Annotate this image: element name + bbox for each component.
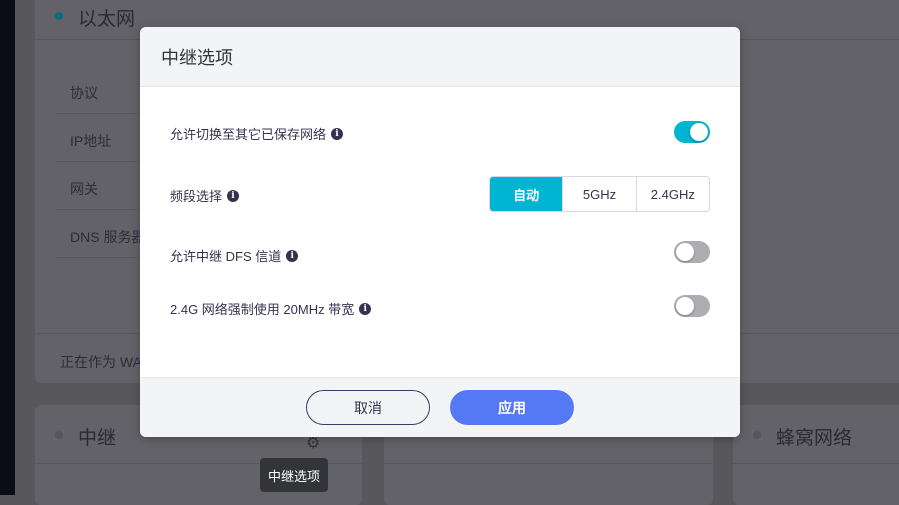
card-title: 中继 bbox=[78, 428, 117, 449]
apply-button[interactable]: 应用 bbox=[450, 390, 574, 425]
option-band: 频段选择 i bbox=[170, 186, 240, 205]
toggle-20mhz[interactable] bbox=[674, 295, 710, 317]
option-dfs: 允许中继 DFS 信道 i bbox=[170, 246, 299, 265]
card-title: 以太网 bbox=[78, 9, 136, 30]
card-title: 蜂窝网络 bbox=[776, 428, 853, 449]
band-auto[interactable]: 自动 bbox=[490, 177, 563, 211]
dialog-title: 中继选项 bbox=[140, 27, 740, 87]
band-2-4ghz[interactable]: 2.4GHz bbox=[635, 177, 709, 211]
cancel-button[interactable]: 取消 bbox=[306, 390, 430, 425]
info-icon[interactable]: i bbox=[286, 249, 299, 262]
info-icon[interactable]: i bbox=[359, 302, 372, 315]
info-icon[interactable]: i bbox=[331, 127, 344, 140]
toggle-dfs[interactable] bbox=[674, 241, 710, 263]
status-dot bbox=[55, 12, 63, 20]
row-label: 协议 bbox=[70, 85, 98, 101]
row-label: 网关 bbox=[70, 181, 98, 197]
row-label: DNS 服务器 bbox=[70, 229, 146, 245]
wan-status: 正在作为 WA bbox=[60, 354, 142, 370]
sidebar bbox=[0, 0, 15, 495]
band-selector: 自动 5GHz 2.4GHz bbox=[489, 176, 710, 212]
cellular-card: 蜂窝网络 bbox=[733, 405, 899, 505]
option-switch-saved: 允许切换至其它已保存网络 i bbox=[170, 124, 344, 143]
tooltip: 中继选项 bbox=[260, 458, 328, 492]
dialog-footer: 取消 应用 bbox=[140, 377, 740, 437]
row-label: IP地址 bbox=[70, 133, 112, 149]
option-20mhz: 2.4G 网络强制使用 20MHz 带宽 i bbox=[170, 299, 372, 318]
info-icon[interactable]: i bbox=[227, 189, 240, 202]
band-5ghz[interactable]: 5GHz bbox=[562, 177, 635, 211]
repeater-options-dialog: 中继选项 允许切换至其它已保存网络 i 频段选择 i 自动 5GHz 2.4GHz … bbox=[140, 27, 740, 437]
toggle-switch-saved[interactable] bbox=[674, 121, 710, 143]
